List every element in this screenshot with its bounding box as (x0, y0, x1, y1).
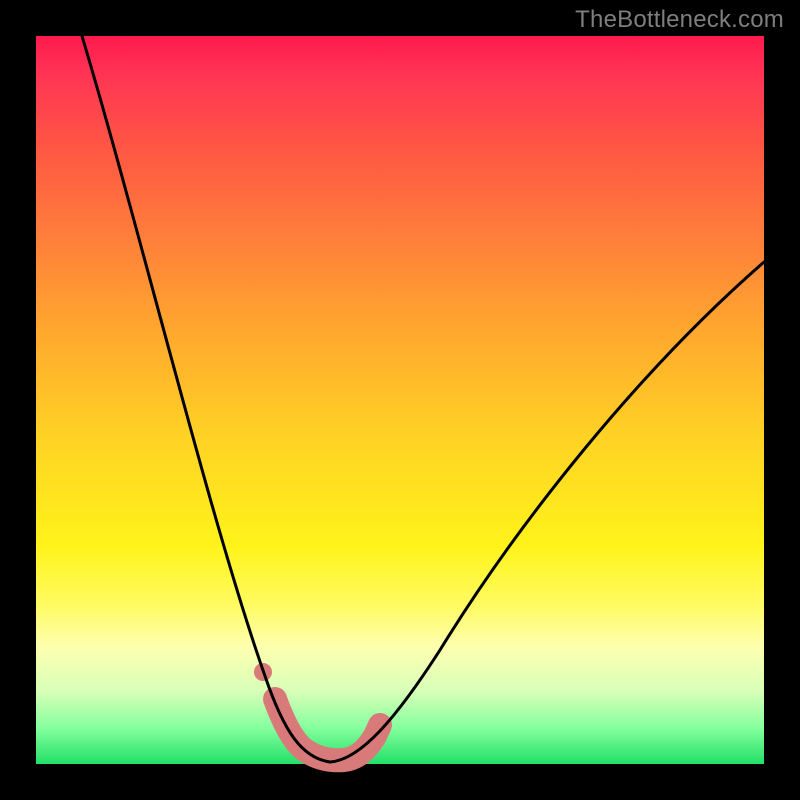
bottleneck-curve-right (330, 262, 764, 762)
chart-frame: TheBottleneck.com (0, 0, 800, 800)
watermark-text: TheBottleneck.com (575, 6, 784, 34)
bottleneck-curve-left (82, 36, 330, 762)
highlight-segment (275, 699, 380, 760)
chart-svg (0, 0, 800, 800)
